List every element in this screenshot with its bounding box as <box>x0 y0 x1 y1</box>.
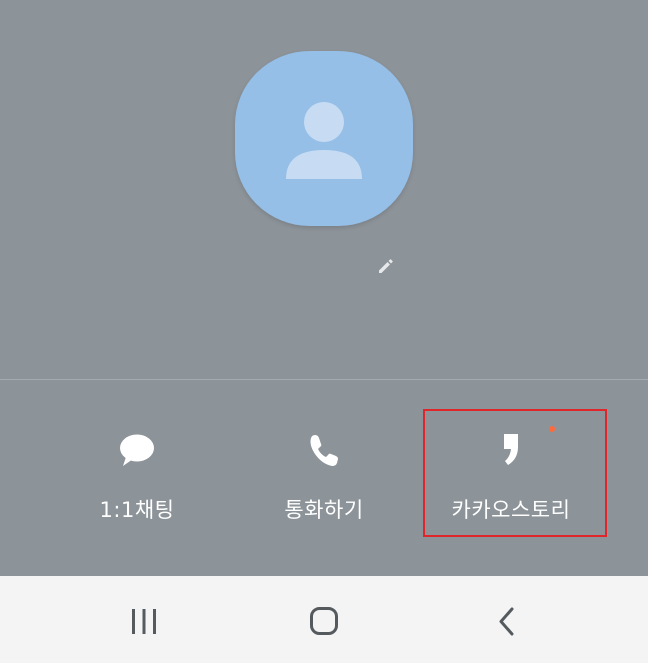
system-navbar <box>0 576 648 663</box>
person-icon <box>286 102 362 179</box>
profile-header <box>0 0 648 379</box>
call-label: 통화하기 <box>284 498 364 522</box>
chat-button[interactable]: 1:1채팅 <box>57 380 217 576</box>
home-icon[interactable] <box>304 604 344 640</box>
highlight-box <box>423 409 607 537</box>
profile-avatar[interactable] <box>235 51 413 226</box>
recent-apps-icon[interactable] <box>124 604 164 640</box>
pencil-icon[interactable] <box>376 256 396 276</box>
phone-icon <box>310 435 338 466</box>
speech-bubble-icon <box>120 434 154 466</box>
back-icon[interactable] <box>486 604 526 640</box>
chat-label: 1:1채팅 <box>99 498 175 522</box>
call-button[interactable]: 통화하기 <box>244 380 404 576</box>
